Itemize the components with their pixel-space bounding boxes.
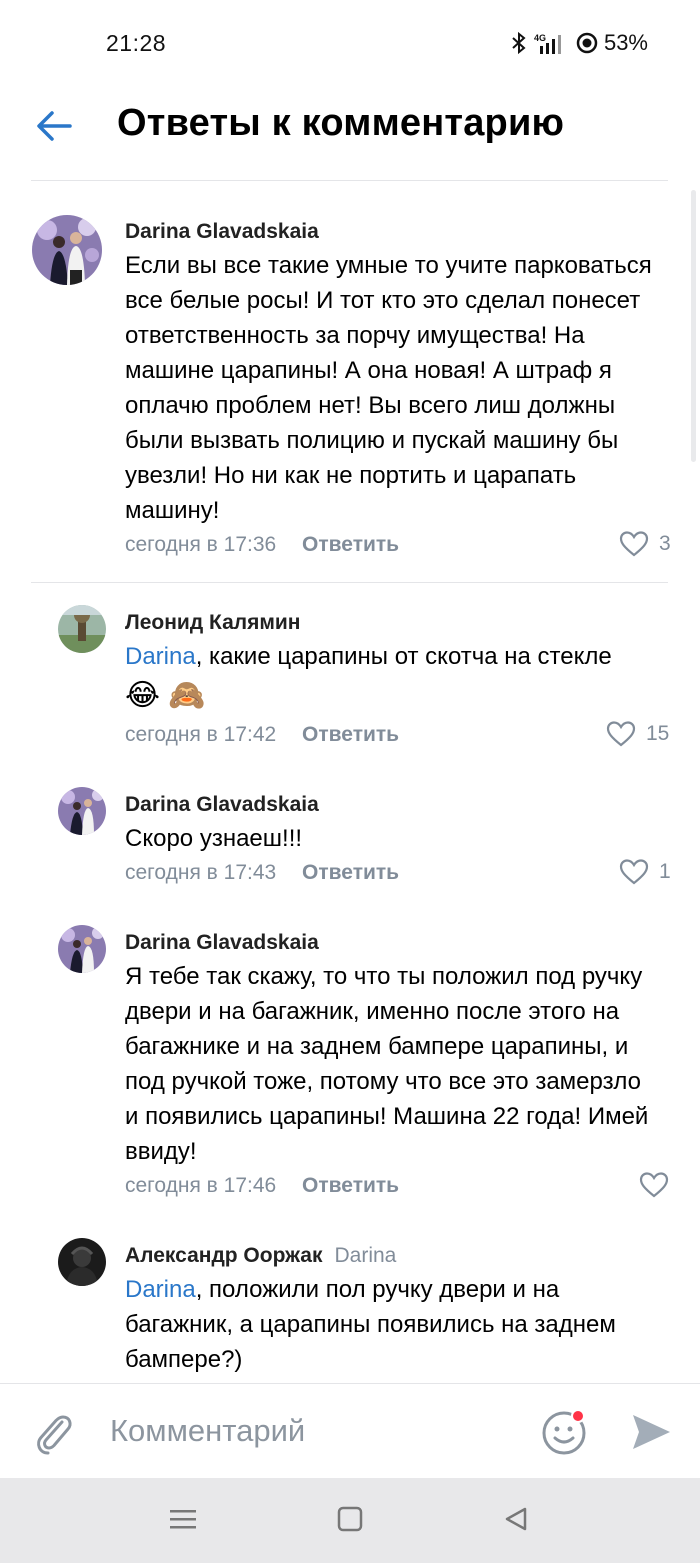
send-icon[interactable]: [630, 1411, 672, 1453]
status-bar: 21:28 4G 53%: [0, 0, 700, 90]
like-count: 1: [659, 859, 671, 883]
comment-author[interactable]: Леонид Калямин: [125, 611, 300, 635]
comment-meta: сегодня в 17:46 Ответить: [125, 1174, 399, 1198]
battery-icon: [576, 32, 598, 54]
status-indicators: 4G 53%: [510, 30, 648, 56]
like-button[interactable]: 1: [619, 858, 671, 885]
attach-icon[interactable]: [32, 1410, 76, 1456]
comment-author[interactable]: Darina Glavadskaia: [125, 931, 319, 955]
like-button[interactable]: [639, 1171, 669, 1198]
comment-text-body: , положили пол ручку двери и на багажник…: [125, 1276, 616, 1373]
reply-button[interactable]: Ответить: [302, 533, 399, 556]
mention-link[interactable]: Darina: [125, 643, 196, 670]
comment-text: Darina, какие царапины от скотча на стек…: [125, 639, 670, 674]
header-divider: [31, 180, 668, 181]
comment-author[interactable]: Darina Glavadskaia: [125, 793, 319, 817]
comment-time: сегодня в 17:43: [125, 861, 277, 884]
bluetooth-icon: [512, 31, 526, 55]
like-count: 3: [659, 531, 671, 555]
mention-link[interactable]: Darina: [125, 1276, 196, 1303]
comment-meta: сегодня в 17:43 Ответить: [125, 861, 399, 885]
comment-text-body: , какие царапины от скотча на стекле: [195, 643, 612, 670]
scrollbar[interactable]: [691, 190, 696, 462]
comment-author[interactable]: Александр Ооржак: [125, 1244, 322, 1267]
system-nav-bar: [0, 1478, 700, 1563]
comment-emoji: 😂 🙈: [125, 679, 206, 712]
thread-divider: [31, 582, 668, 583]
comment-time: сегодня в 17:42: [125, 723, 277, 746]
back-icon[interactable]: [503, 1506, 529, 1532]
comment-text: Скоро узнаеш!!!: [125, 825, 303, 852]
reply-to-name[interactable]: Darina: [334, 1244, 396, 1267]
avatar[interactable]: [58, 605, 106, 653]
reply-button[interactable]: Ответить: [302, 861, 399, 884]
heart-icon: [639, 1172, 669, 1198]
avatar[interactable]: [58, 787, 106, 835]
avatar[interactable]: [58, 925, 106, 973]
comment-time: сегодня в 17:36: [125, 533, 277, 556]
comment-input-bar: [0, 1383, 700, 1478]
avatar[interactable]: [58, 1238, 106, 1286]
back-arrow-icon[interactable]: [34, 108, 74, 144]
status-time: 21:28: [106, 30, 167, 56]
signal-icon: 4G: [534, 33, 561, 54]
heart-icon: [619, 531, 649, 557]
comment-author-line: Александр Ооржак Darina: [125, 1244, 396, 1268]
battery-percent: 53%: [603, 30, 648, 55]
comment-text: Если вы все такие умные то учите паркова…: [125, 252, 652, 524]
emoji-icon[interactable]: [540, 1408, 588, 1456]
comment-meta: сегодня в 17:42 Ответить: [125, 723, 399, 747]
svg-text:4G: 4G: [534, 33, 546, 43]
reply-button[interactable]: Ответить: [302, 1174, 399, 1197]
comment-meta: сегодня в 17:36 Ответить: [125, 533, 399, 557]
like-button[interactable]: 15: [606, 720, 669, 747]
header: Ответы к комментарию: [0, 90, 700, 182]
like-count: 15: [646, 721, 670, 745]
comment-time: сегодня в 17:46: [125, 1174, 277, 1197]
home-icon[interactable]: [337, 1506, 363, 1532]
menu-icon[interactable]: [170, 1506, 196, 1532]
like-button[interactable]: 3: [619, 530, 671, 557]
heart-icon: [619, 859, 649, 885]
reply-button[interactable]: Ответить: [302, 723, 399, 746]
comment-author[interactable]: Darina Glavadskaia: [125, 220, 319, 244]
avatar[interactable]: [32, 215, 102, 285]
comment-text: Я тебе так скажу, то что ты положил под …: [125, 963, 649, 1165]
heart-icon: [606, 721, 636, 747]
comment-text: Darina, положили пол ручку двери и на ба…: [125, 1272, 673, 1377]
page-title: Ответы к комментарию: [117, 102, 565, 144]
comment-input[interactable]: [110, 1410, 510, 1452]
